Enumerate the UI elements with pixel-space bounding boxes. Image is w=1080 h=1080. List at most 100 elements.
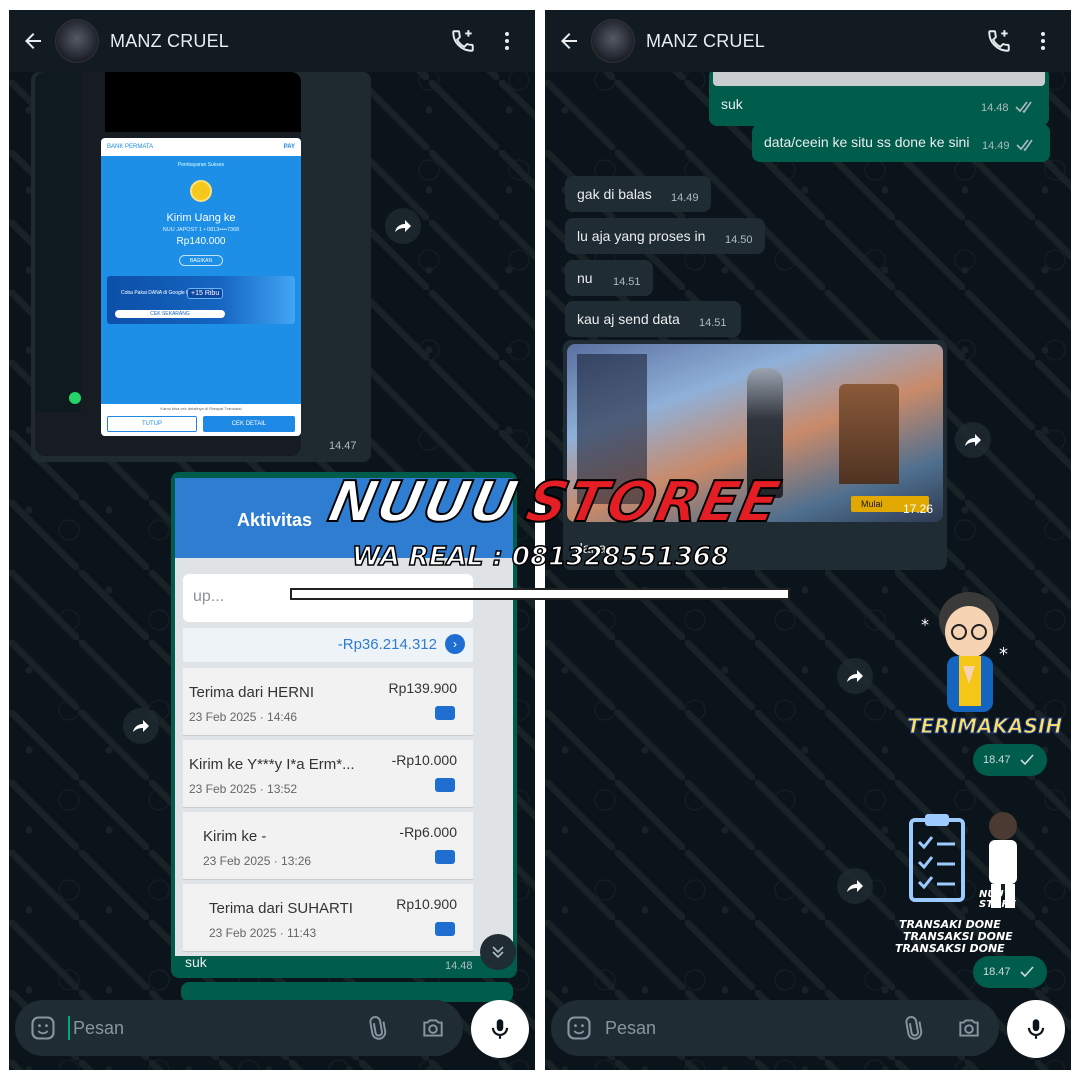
back-arrow-icon[interactable] [547,19,591,63]
mini-mic-icon [69,392,81,404]
pay-label: PAY [283,144,295,150]
forward-icon[interactable] [837,868,873,904]
receipt-header: BANK PERMATA PAY [101,138,301,156]
wallet-icon [435,778,455,792]
game-character [747,368,783,498]
sticker-transaksi-done[interactable]: NUU STORE TRANSAKI DONE TRANSAKSI DONE T… [891,800,1051,960]
transaction-name: Kirim ke Y***y I*a Erm*... [189,756,355,773]
check-icon [1019,753,1035,770]
text-message-out[interactable]: data/ceein ke situ ss done ke sini 14.49 [752,124,1050,162]
wallet-icon [435,850,455,864]
message-input[interactable]: Pesan [73,1018,124,1039]
message-time: 18.47 [983,754,1011,766]
attach-icon[interactable] [365,1014,391,1047]
activity-screenshot: Aktivitas up... -Rp36.214.312 › Terima d… [175,478,513,956]
double-check-icon [1015,100,1037,117]
message-composer[interactable]: Pesan [15,1000,463,1056]
sticker-line: TRANSAKSI DONE [895,942,1005,955]
message-text: lu aja yang proses in [577,228,706,244]
transaction-name: Terima dari HERNI [189,684,315,701]
forward-icon[interactable] [955,422,991,458]
message-text: suk [721,96,743,112]
message-time: 18.47 [983,966,1011,978]
contact-name[interactable]: MANZ CRUEL [110,31,441,52]
message-text: nu [577,270,593,286]
mic-icon[interactable] [471,1000,529,1058]
attach-icon[interactable] [901,1014,927,1047]
message-caption: dana [575,540,607,556]
message-text: kau aj send data [577,311,680,327]
emoji-icon[interactable] [565,1014,593,1047]
message-composer[interactable]: Pesan [551,1000,999,1056]
check-icon [1019,965,1035,982]
text-message-in[interactable]: nu 14.51 [565,260,653,296]
sticker-time-badge: 18.47 [973,744,1047,776]
chat-header: MANZ CRUEL [545,10,1071,72]
message-input[interactable]: Pesan [605,1018,656,1039]
activity-header: Aktivitas [175,478,513,558]
ad-badge: +15 Ribu [187,288,224,299]
contact-avatar[interactable] [591,19,635,63]
transaction-date: 23 Feb 2025 · 13:52 [189,782,298,796]
svg-text:*: * [921,615,929,634]
receipt-footer: Kamu bisa cek detailnya di Riwayat Trans… [101,404,301,436]
detail-button: CEK DETAIL [203,416,295,432]
text-caret [68,1016,70,1040]
emoji-icon[interactable] [29,1014,57,1047]
close-button: TUTUP [107,416,197,432]
coin-icon [190,180,212,202]
contact-avatar[interactable] [55,19,99,63]
forward-icon[interactable] [123,708,159,744]
message-time: 17.26 [903,502,934,516]
add-call-icon[interactable] [977,19,1021,63]
sticker-terimakasih[interactable]: * * TERIMAKASIH [903,580,1063,750]
activity-search: up... [183,574,473,622]
receipt-amount: Rp140.000 [176,236,226,247]
black-strip [105,72,301,132]
scroll-down-icon[interactable] [480,934,516,970]
forward-icon[interactable] [385,208,421,244]
text-message-in[interactable]: gak di balas 14.49 [565,176,711,212]
camera-icon[interactable] [955,1015,983,1046]
game-start-label: Mulai [861,499,883,509]
chevron-right-icon: › [445,634,465,654]
receipt-recipient: NUU JAPOST 1 • 0813••••7368 [162,227,240,233]
sticker-label: TERIMAKASIH [906,714,1063,739]
dana-receipt: BANK PERMATA PAY Pembayaran Sukses Kirim… [101,138,301,436]
wallet-icon [435,922,455,936]
activity-total: -Rp36.214.312 › [183,628,473,662]
receipt-title: Kirim Uang ke [166,212,236,224]
transaction-amount: -Rp10.000 [391,752,457,768]
mini-chat-preview [35,72,81,412]
image-message-bottom[interactable]: suk 14.48 [709,68,1049,126]
text-message-in[interactable]: lu aja yang proses in 14.50 [565,218,765,254]
more-vert-icon[interactable] [485,19,529,63]
game-menu [577,354,647,504]
double-check-icon [1016,138,1038,155]
message-time: 14.50 [725,234,753,246]
next-message-peek [181,982,513,1002]
transaction-row: Kirim ke Y***y I*a Erm*... 23 Feb 2025 ·… [183,740,473,808]
mic-icon[interactable] [1007,1000,1065,1058]
more-vert-icon[interactable] [1021,19,1065,63]
dana-ad-banner: Coba Pakai DANA di Google Play +15 Ribu … [107,276,295,324]
add-call-icon[interactable] [441,19,485,63]
transaction-date: 23 Feb 2025 · 11:43 [209,926,317,940]
back-arrow-icon[interactable] [11,19,55,63]
message-time: 14.48 [445,960,473,972]
game-screenshot: Mulai [567,344,943,522]
text-message-in[interactable]: kau aj send data 14.51 [565,301,741,337]
forward-icon[interactable] [837,658,873,694]
camera-icon[interactable] [419,1015,447,1046]
chat-header: MANZ CRUEL [9,10,535,72]
transaction-row: Terima dari SUHARTI 23 Feb 2025 · 11:43 … [183,884,473,952]
transaction-row: Terima dari HERNI 23 Feb 2025 · 14:46 Rp… [183,668,473,736]
wallet-icon [435,706,455,720]
ad-button: CEK SEKARANG [115,310,225,318]
transaction-name: Terima dari SUHARTI [209,900,353,917]
transaction-date: 23 Feb 2025 · 14:46 [189,710,298,724]
sticker-brand: NUU STORE [979,889,1017,910]
message-time: 14.47 [329,440,357,452]
receipt-subtitle: Pembayaran Sukses [177,162,225,168]
contact-name[interactable]: MANZ CRUEL [646,31,977,52]
